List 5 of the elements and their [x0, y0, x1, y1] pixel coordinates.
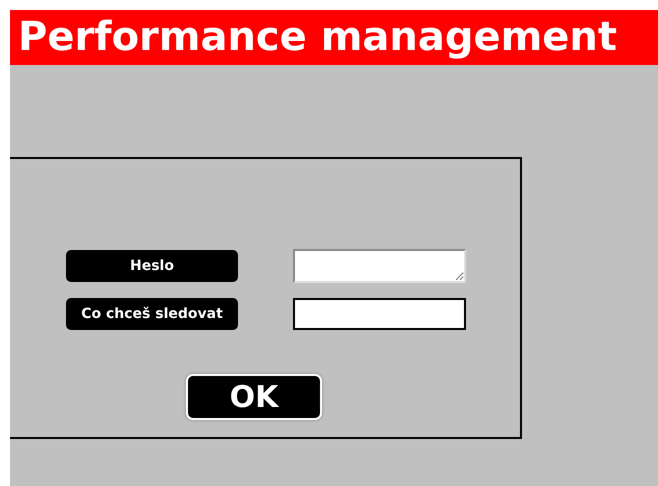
field-label: Co chceš sledovat	[66, 298, 238, 330]
header-title: Performance management	[10, 10, 658, 65]
ok-button[interactable]: OK	[186, 374, 322, 420]
input-field[interactable]	[293, 298, 466, 330]
field-label: Heslo	[66, 250, 238, 282]
